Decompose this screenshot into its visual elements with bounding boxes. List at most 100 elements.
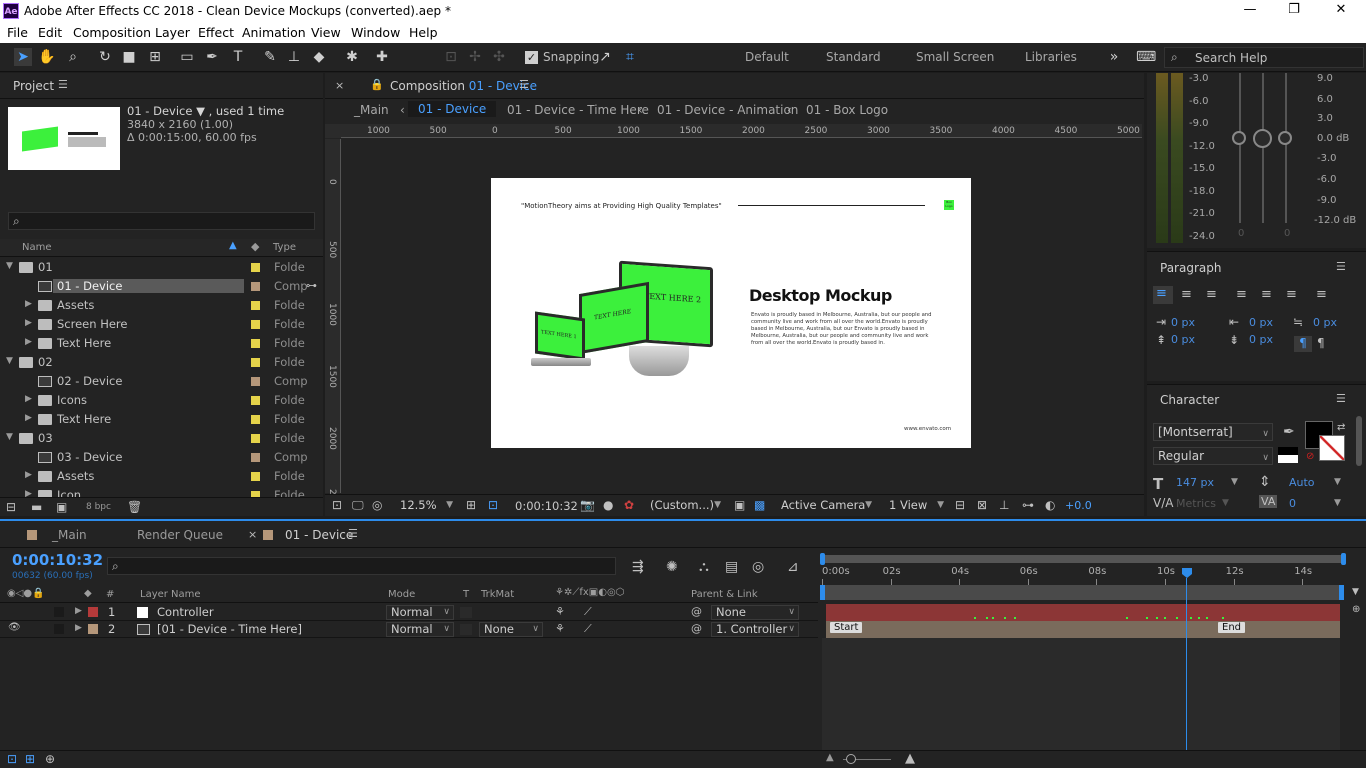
audio-slider-knob-mid[interactable] xyxy=(1253,129,1272,148)
layer-row[interactable]: 👁 ▶ 2 [01 - Device - Time Here] Normal ∨ None ∨… xyxy=(0,621,818,638)
comp-mini-flowchart-icon[interactable]: ⇶ xyxy=(632,559,644,575)
zoom-slider-knob[interactable] xyxy=(846,754,856,764)
font-style-dropdown[interactable]: Regular ∨ xyxy=(1153,447,1273,465)
project-folder-row[interactable]: ▶ Text Here Folde xyxy=(0,410,322,429)
new-composition-icon[interactable]: ▣ xyxy=(56,500,67,514)
puppet-pin-tool-icon[interactable]: ✚ xyxy=(373,48,391,66)
layer-switches-toggle-icon[interactable]: ⊡ xyxy=(7,752,17,766)
indent-right-value[interactable]: 0 px xyxy=(1249,316,1273,329)
layer-row[interactable]: ▶ 1 Controller Normal ∨ ⚘ ⟋ @ None ∨ xyxy=(0,604,818,621)
leading-value[interactable]: Auto xyxy=(1289,476,1315,489)
justify-center-icon[interactable]: ≡ xyxy=(1261,287,1272,302)
ltr-direction-icon[interactable]: ¶ xyxy=(1294,336,1312,352)
parent-dropdown[interactable]: 1. Controller ∨ xyxy=(711,622,799,637)
collapsed-triangle-icon[interactable]: ▶ xyxy=(75,623,82,633)
axis-local-icon[interactable]: ⊡ xyxy=(442,48,460,66)
breadcrumb-box-logo[interactable]: 01 - Box Logo xyxy=(806,103,888,117)
label-color-swatch[interactable] xyxy=(251,339,260,348)
project-folder-row[interactable]: ▶ Icons Folde xyxy=(0,391,322,410)
fit-frame-icon[interactable]: ⊞ xyxy=(466,498,476,512)
project-folder-row[interactable]: ▶ Assets Folde xyxy=(0,296,322,315)
draft-3d-icon[interactable]: ✺ xyxy=(666,559,678,575)
kerning-value[interactable]: Metrics xyxy=(1176,497,1216,510)
axis-world-icon[interactable]: ✢ xyxy=(466,48,484,66)
menu-view[interactable]: View xyxy=(311,25,341,40)
clone-stamp-tool-icon[interactable]: ⊥ xyxy=(285,48,303,66)
time-navigator[interactable] xyxy=(820,585,1344,600)
graph-editor-icon[interactable]: ⊿ xyxy=(787,559,799,575)
collapsed-triangle-icon[interactable]: ▶ xyxy=(25,299,32,309)
font-size-value[interactable]: 147 px xyxy=(1176,476,1214,489)
justify-left-icon[interactable]: ≡ xyxy=(1236,287,1247,302)
project-tab[interactable]: Project xyxy=(13,79,54,93)
timeline-timecode[interactable]: 0:00:10:32 xyxy=(12,551,103,569)
audio-slider-knob-right[interactable] xyxy=(1278,131,1292,145)
flowchart-icon[interactable]: ⊶ xyxy=(1022,498,1034,512)
show-snapshot-icon[interactable]: ● xyxy=(603,498,613,512)
panel-menu-icon[interactable]: ☰ xyxy=(58,78,68,91)
project-folder-row[interactable]: ▼ 02 Folde xyxy=(0,353,322,372)
panel-menu-icon[interactable]: ☰ xyxy=(1336,392,1346,405)
label-color-swatch[interactable] xyxy=(251,377,260,386)
color-channels-icon[interactable]: ✿ xyxy=(624,498,634,512)
workspace-small-screen[interactable]: Small Screen xyxy=(916,50,994,64)
right-panel-scrollbar[interactable] xyxy=(1356,416,1362,466)
quality-switch-icon[interactable]: ⟋ xyxy=(584,605,592,619)
zoom-out-icon[interactable]: ▲ xyxy=(826,752,834,763)
label-column-icon[interactable]: ◆ xyxy=(251,240,259,253)
project-comp-row[interactable]: 03 - Device Comp xyxy=(0,448,322,467)
type-tool-icon[interactable]: T xyxy=(229,48,247,66)
parent-dropdown[interactable]: None ∨ xyxy=(711,605,799,620)
tab-render-queue[interactable]: Render Queue xyxy=(137,528,223,542)
minimize-icon[interactable]: — xyxy=(1240,2,1260,17)
lock-toggle[interactable] xyxy=(54,607,64,617)
keyboard-shortcuts-icon[interactable]: ⌨ xyxy=(1136,48,1156,66)
camera-tool-icon[interactable]: ■ xyxy=(120,48,138,66)
in-out-toggle-icon[interactable]: ⊕ xyxy=(45,752,55,766)
snap-features-icon[interactable]: ⌗ xyxy=(621,48,639,66)
preview-monitor-icon[interactable]: 🖵 xyxy=(352,498,364,513)
label-color-swatch[interactable] xyxy=(251,301,260,310)
transparency-grid-icon[interactable]: ▩ xyxy=(754,498,765,512)
justify-all-icon[interactable]: ≡ xyxy=(1316,287,1327,302)
brush-tool-icon[interactable]: ✎ xyxy=(261,48,279,66)
current-time[interactable]: 0:00:10:32 xyxy=(515,499,578,513)
close-icon[interactable]: ✕ xyxy=(1331,2,1351,17)
pen-tool-icon[interactable]: ✒ xyxy=(203,48,221,66)
new-folder-icon[interactable]: ▬ xyxy=(31,500,42,514)
composition-tab[interactable]: Composition 01 - Device xyxy=(390,79,537,93)
axis-view-icon[interactable]: ✣ xyxy=(490,48,508,66)
comp-marker-bin-icon[interactable]: ▼ xyxy=(1352,587,1362,599)
label-color-swatch[interactable] xyxy=(251,358,260,367)
label-color-swatch[interactable] xyxy=(251,396,260,405)
space-before-value[interactable]: 0 px xyxy=(1171,333,1195,346)
video-visibility-icon[interactable]: 👁 xyxy=(8,622,21,633)
rtl-direction-icon[interactable]: ¶ xyxy=(1317,336,1325,350)
work-area-bar[interactable] xyxy=(820,553,1346,565)
column-type[interactable]: Type xyxy=(273,242,296,253)
shy-layers-icon[interactable]: ⛬ xyxy=(699,559,709,575)
navigator-start[interactable] xyxy=(820,585,825,600)
reset-exposure-icon[interactable]: ◐ xyxy=(1045,498,1055,512)
lock-toggle[interactable] xyxy=(54,624,64,634)
rectangle-tool-icon[interactable]: ▭ xyxy=(178,48,196,66)
always-preview-icon[interactable]: ⊡ xyxy=(332,498,342,512)
views-dropdown[interactable]: 1 View ▼ xyxy=(884,498,948,513)
track-matte-dropdown[interactable]: None ∨ xyxy=(479,622,543,637)
align-left-icon[interactable]: ≡ xyxy=(1153,286,1173,304)
timeline-icon[interactable]: ⊥ xyxy=(999,498,1009,512)
timeline-search-input[interactable]: ⌕ xyxy=(107,557,616,575)
expanded-triangle-icon[interactable]: ▼ xyxy=(6,356,13,366)
eraser-tool-icon[interactable]: ◆ xyxy=(310,48,328,66)
expanded-triangle-icon[interactable]: ▼ xyxy=(6,432,13,442)
label-color-swatch[interactable] xyxy=(251,453,260,462)
chevron-down-icon[interactable]: ▼ xyxy=(1334,477,1341,487)
project-folder-row[interactable]: ▼ 01 Folde xyxy=(0,258,322,277)
project-folder-row[interactable]: ▶ Assets Folde xyxy=(0,467,322,486)
tracking-value[interactable]: 0 xyxy=(1289,497,1296,510)
collapsed-triangle-icon[interactable]: ▶ xyxy=(25,394,32,404)
magnification-dropdown[interactable]: 12.5% ▼ xyxy=(395,498,457,513)
viewer-canvas[interactable]: "MotionTheory aims at Providing High Qua… xyxy=(342,139,1142,493)
time-ruler[interactable]: 0:00s 02s 04s 06s 08s 10s 12s 14s xyxy=(820,563,1346,585)
close-tab-icon[interactable]: × xyxy=(248,528,257,541)
